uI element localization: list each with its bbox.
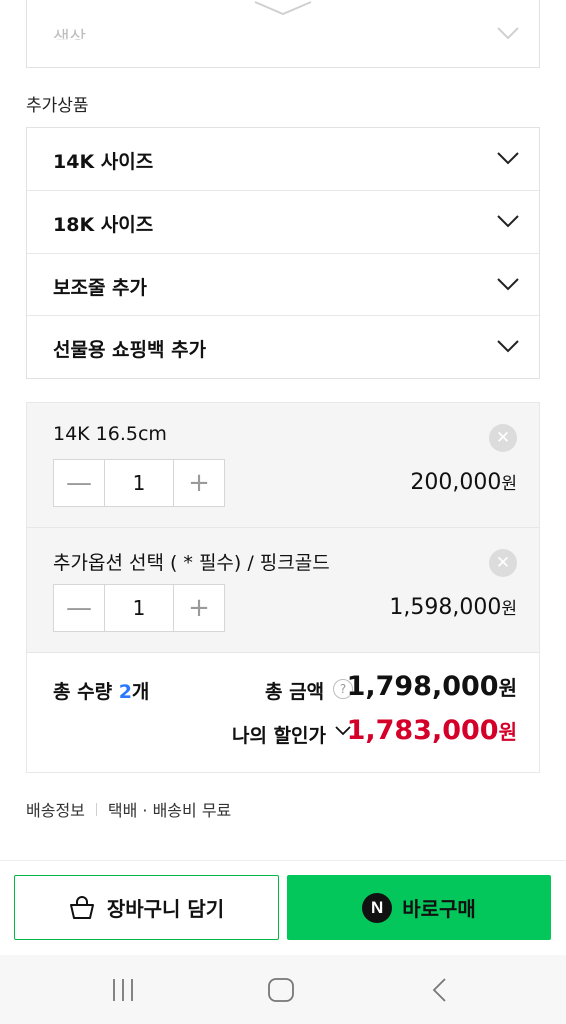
order-totals: 총 수량 2개 총 금액 ? 1,798,000원 나의 할인가 1,783,0… xyxy=(27,653,539,772)
shopping-bag-icon xyxy=(69,895,94,919)
currency: 원 xyxy=(498,676,517,700)
system-navigation-bar xyxy=(0,955,566,1024)
buy-now-label: 바로구매 xyxy=(402,897,476,921)
item-price: 200,000원 xyxy=(410,469,517,495)
additional-products-label: 추가상품 xyxy=(26,96,89,116)
option-label: 14K 사이즈 xyxy=(53,151,154,173)
add-to-cart-label: 장바구니 담기 xyxy=(106,897,225,921)
chevron-down-icon xyxy=(497,152,519,165)
selected-item: 추가옵션 선택 ( * 필수) / 핑크골드 ✕ — 1 + 1,598,000… xyxy=(27,528,539,653)
chevron-down-icon xyxy=(497,215,519,228)
additional-options-list: 14K 사이즈 18K 사이즈 보조줄 추가 선물용 쇼핑백 추가 xyxy=(26,127,540,379)
quantity-stepper: — 1 + xyxy=(53,584,225,632)
option-14k-size[interactable]: 14K 사이즈 xyxy=(27,128,539,191)
total-quantity-unit: 개 xyxy=(131,681,150,703)
total-quantity-value: 2 xyxy=(118,681,132,703)
remove-item-icon[interactable]: ✕ xyxy=(489,424,517,452)
quantity-value[interactable]: 1 xyxy=(104,460,174,506)
option-18k-size[interactable]: 18K 사이즈 xyxy=(27,191,539,254)
total-amount-value: 1,798,000 xyxy=(346,671,499,702)
naver-pay-icon: N xyxy=(362,892,393,923)
shipping-info: 배송정보 택배 · 배송비 무료 xyxy=(26,797,231,821)
shipping-value: 택배 · 배송비 무료 xyxy=(107,801,232,820)
price-value: 200,000 xyxy=(410,470,502,495)
discount-amount-value: 1,783,000 xyxy=(346,715,499,746)
back-icon[interactable] xyxy=(430,977,450,1003)
chevron-down-icon xyxy=(497,277,519,290)
price-value: 1,598,000 xyxy=(389,595,502,620)
quantity-value[interactable]: 1 xyxy=(104,585,174,631)
discount-amount: 1,783,000원 xyxy=(347,715,517,746)
currency: 원 xyxy=(501,474,517,494)
option-label: 선물용 쇼핑백 추가 xyxy=(53,339,207,362)
total-quantity: 총 수량 2개 xyxy=(53,677,149,704)
shipping-label: 배송정보 xyxy=(26,801,85,820)
option-gift-bag[interactable]: 선물용 쇼핑백 추가 xyxy=(27,316,539,379)
increase-button[interactable]: + xyxy=(174,460,224,506)
color-select-label: 색상 xyxy=(53,28,87,40)
item-price: 1,598,000원 xyxy=(389,594,517,620)
color-select[interactable]: 색상 xyxy=(26,0,540,68)
quantity-stepper: — 1 + xyxy=(53,459,225,507)
selected-items: 14K 16.5cm ✕ — 1 + 200,000원 추가옵션 선택 ( * … xyxy=(26,402,540,773)
add-to-cart-button[interactable]: 장바구니 담기 xyxy=(14,875,279,940)
buy-now-button[interactable]: N 바로구매 xyxy=(287,875,551,940)
currency: 원 xyxy=(498,720,517,744)
my-discount-toggle[interactable]: 나의 할인가 xyxy=(232,721,326,748)
divider xyxy=(95,802,97,816)
recent-apps-icon[interactable] xyxy=(110,977,136,1003)
chevron-down-icon xyxy=(497,340,519,353)
increase-button[interactable]: + xyxy=(174,585,224,631)
option-extra-chain[interactable]: 보조줄 추가 xyxy=(27,254,539,317)
chevron-down-icon xyxy=(497,27,519,40)
option-label: 보조줄 추가 xyxy=(53,276,148,299)
remove-item-icon[interactable]: ✕ xyxy=(489,549,517,577)
total-amount: 1,798,000원 xyxy=(347,671,517,702)
option-label: 18K 사이즈 xyxy=(53,213,154,236)
currency: 원 xyxy=(501,599,517,619)
selected-item-name: 14K 16.5cm xyxy=(53,423,167,445)
selected-item-name: 추가옵션 선택 ( * 필수) / 핑크골드 xyxy=(53,552,330,574)
home-icon[interactable] xyxy=(267,977,295,1003)
selected-item: 14K 16.5cm ✕ — 1 + 200,000원 xyxy=(27,403,539,528)
divider xyxy=(0,860,566,861)
decrease-button[interactable]: — xyxy=(54,585,104,631)
total-quantity-label: 총 수량 xyxy=(53,681,113,703)
total-amount-label: 총 금액 xyxy=(265,681,325,703)
decrease-button[interactable]: — xyxy=(54,460,104,506)
